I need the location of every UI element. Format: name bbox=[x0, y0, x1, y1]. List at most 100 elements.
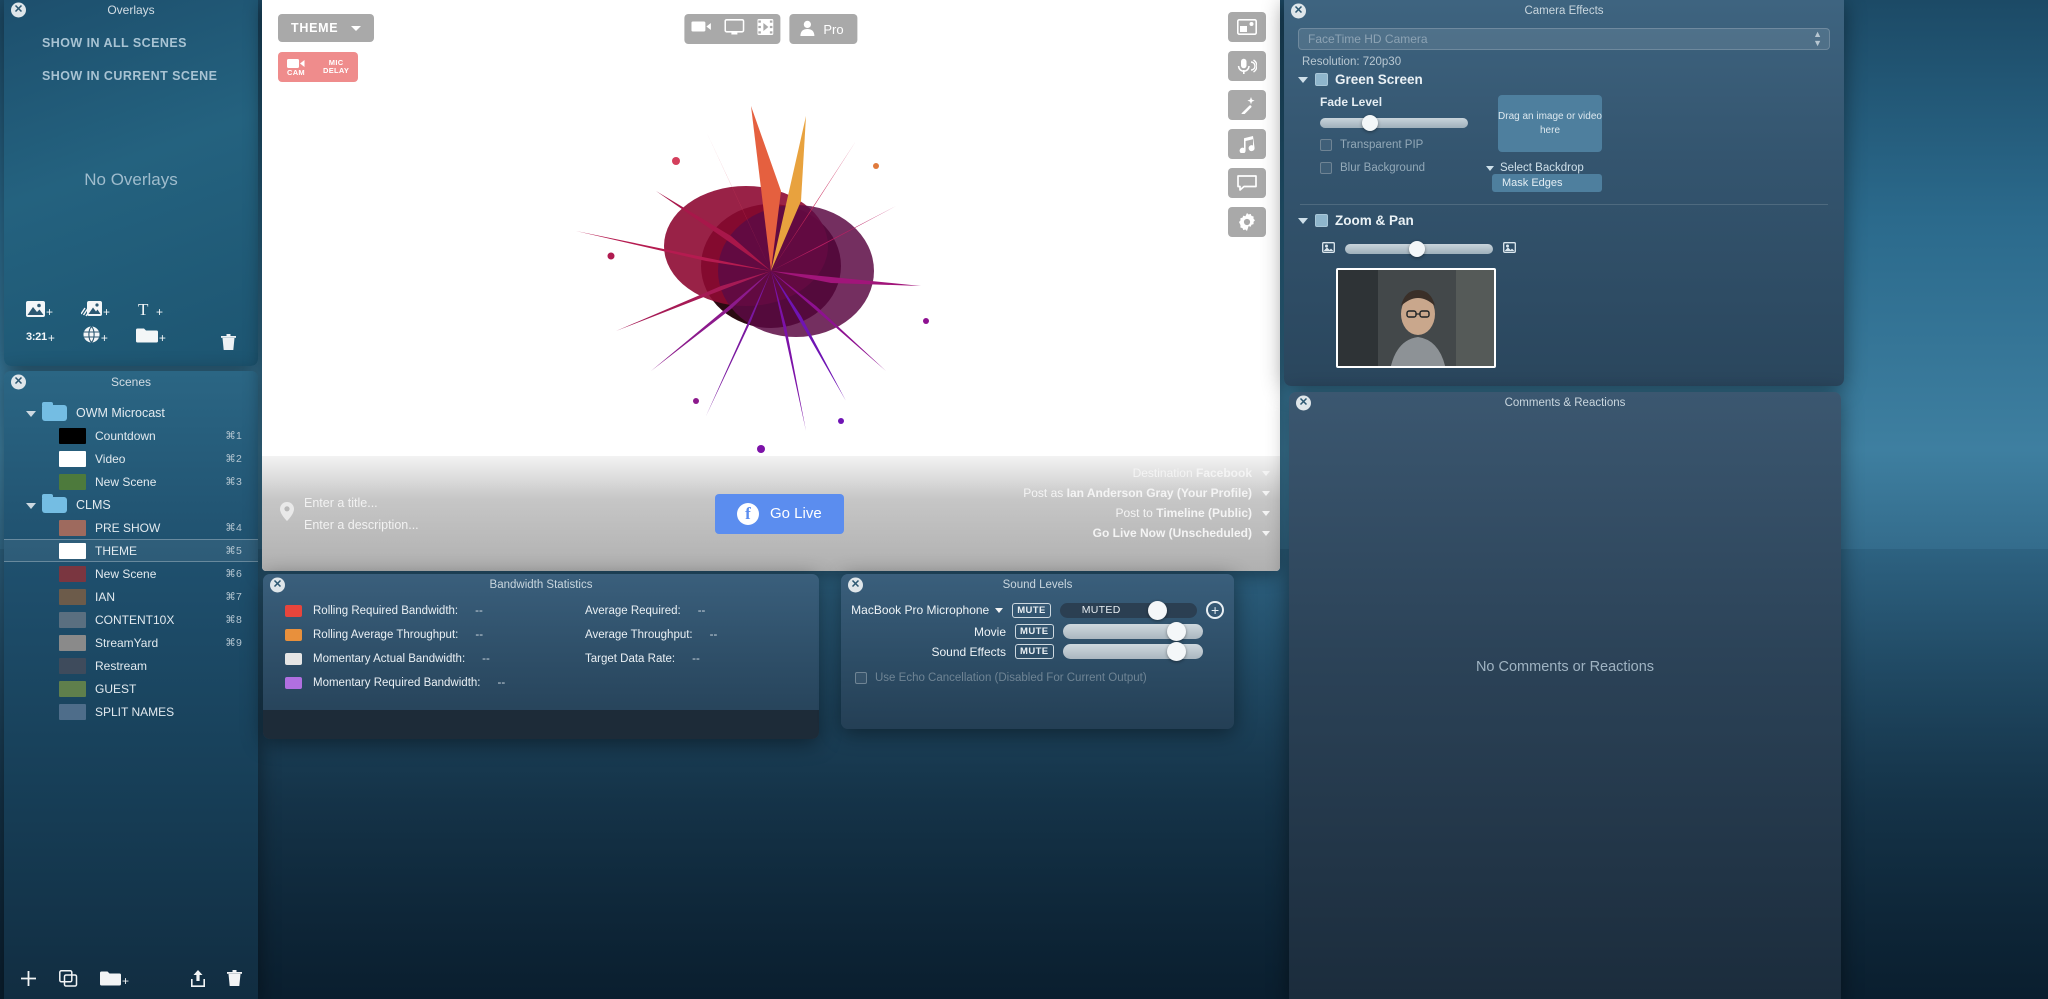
add-audio-source-icon[interactable]: + bbox=[1206, 601, 1224, 619]
screen-icon[interactable] bbox=[724, 18, 745, 40]
zoom-in-icon[interactable] bbox=[1503, 240, 1516, 258]
add-web-icon[interactable]: + bbox=[83, 326, 108, 344]
overlays-panel: ✕ Overlays SHOW IN ALL SCENES SHOW IN CU… bbox=[4, 0, 258, 366]
scene-row[interactable]: Video ⌘2 bbox=[4, 447, 258, 470]
scene-name: IAN bbox=[95, 589, 116, 604]
blur-background-checkbox[interactable] bbox=[1320, 162, 1332, 174]
delete-overlay-icon[interactable] bbox=[221, 334, 236, 356]
duplicate-scene-icon[interactable] bbox=[59, 969, 78, 987]
volume-slider[interactable] bbox=[1062, 622, 1203, 641]
scene-row[interactable]: StreamYard ⌘9 bbox=[4, 631, 258, 654]
share-scene-icon[interactable] bbox=[191, 969, 205, 987]
scene-row[interactable]: PRE SHOW ⌘4 bbox=[4, 516, 258, 539]
scene-row[interactable]: Restream bbox=[4, 654, 258, 677]
close-icon[interactable]: ✕ bbox=[270, 577, 285, 593]
source-buttons[interactable] bbox=[684, 14, 781, 44]
destination-option[interactable]: Post to Timeline (Public) bbox=[1116, 506, 1270, 520]
disclosure-triangle-icon[interactable] bbox=[1298, 217, 1308, 224]
camera-icon[interactable] bbox=[691, 20, 711, 38]
destination-option[interactable]: Post as Ian Anderson Gray (Your Profile) bbox=[1023, 486, 1270, 500]
zoom-pan-knob[interactable] bbox=[1409, 241, 1425, 257]
go-live-button[interactable]: f Go Live bbox=[715, 493, 844, 534]
show-in-all-scenes-button[interactable]: SHOW IN ALL SCENES bbox=[42, 36, 258, 50]
add-text-icon[interactable]: T + bbox=[138, 301, 163, 318]
fade-level-knob[interactable] bbox=[1362, 115, 1378, 131]
destination-option[interactable]: Go Live Now (Unscheduled) bbox=[1093, 526, 1270, 540]
person-icon bbox=[799, 20, 815, 39]
timer-label: 3:21 bbox=[26, 331, 47, 343]
scene-row[interactable]: SPLIT NAMES bbox=[4, 700, 258, 723]
add-timer-icon[interactable]: 3:21 + bbox=[26, 331, 55, 344]
mute-button[interactable]: MUTE bbox=[1012, 602, 1051, 618]
music-note-icon[interactable] bbox=[1228, 129, 1266, 159]
broadcast-title-input[interactable]: Enter a title... bbox=[304, 496, 419, 510]
mute-button[interactable]: MUTE bbox=[1015, 624, 1054, 639]
scene-row[interactable]: New Scene ⌘3 bbox=[4, 470, 258, 493]
disclosure-triangle-icon[interactable] bbox=[26, 503, 36, 509]
scene-shortcut: ⌘5 bbox=[225, 544, 242, 557]
close-icon[interactable]: ✕ bbox=[11, 2, 26, 18]
mic-delay-toggle[interactable]: MIC DELAY bbox=[314, 59, 358, 75]
sound-source-label[interactable]: MacBook Pro Microphone bbox=[851, 603, 1004, 617]
scene-name: New Scene bbox=[95, 474, 157, 489]
green-screen-checkbox[interactable] bbox=[1315, 73, 1328, 86]
scene-row[interactable]: New Scene ⌘6 bbox=[4, 562, 258, 585]
scene-row[interactable]: GUEST bbox=[4, 677, 258, 700]
disclosure-triangle-icon[interactable] bbox=[26, 411, 36, 417]
camera-effects-header: ✕ Camera Effects bbox=[1284, 0, 1844, 22]
mask-edges-label: Mask Edges bbox=[1502, 177, 1563, 189]
theme-dropdown-button[interactable]: THEME bbox=[278, 14, 375, 42]
close-icon[interactable]: ✕ bbox=[1291, 3, 1306, 19]
backdrop-drop-zone[interactable]: Drag an image or video here bbox=[1498, 95, 1602, 152]
bandwidth-stat-row: Rolling Average Throughput: -- bbox=[285, 629, 585, 641]
mask-edges-button[interactable]: Mask Edges bbox=[1492, 174, 1602, 192]
add-folder-icon[interactable]: + bbox=[135, 327, 166, 344]
select-backdrop-button[interactable]: Select Backdrop bbox=[1486, 162, 1602, 174]
film-icon[interactable] bbox=[757, 18, 774, 40]
scene-row[interactable]: CLMS bbox=[4, 493, 258, 516]
zoom-out-icon[interactable] bbox=[1322, 240, 1335, 258]
add-scene-icon[interactable] bbox=[20, 970, 37, 987]
scene-row[interactable]: IAN ⌘7 bbox=[4, 585, 258, 608]
volume-knob[interactable] bbox=[1147, 600, 1167, 620]
scene-name: GUEST bbox=[95, 681, 137, 696]
volume-knob[interactable] bbox=[1167, 642, 1187, 661]
magic-wand-icon[interactable] bbox=[1228, 90, 1266, 120]
fade-level-slider[interactable] bbox=[1320, 115, 1468, 131]
scene-row[interactable]: CONTENT10X ⌘8 bbox=[4, 608, 258, 631]
volume-slider[interactable]: MUTED bbox=[1059, 600, 1198, 620]
echo-cancellation-checkbox[interactable] bbox=[855, 672, 867, 684]
disclosure-triangle-icon[interactable] bbox=[1298, 76, 1308, 83]
pro-account-button[interactable]: Pro bbox=[789, 14, 858, 44]
zoom-pan-checkbox[interactable] bbox=[1315, 214, 1328, 227]
camera-device-select[interactable]: FaceTime HD Camera ▲ ▼ bbox=[1298, 28, 1830, 50]
microphone-icon[interactable] bbox=[1228, 51, 1266, 81]
cam-mic-delay-button[interactable]: CAM MIC DELAY bbox=[278, 52, 359, 82]
zoom-pan-slider[interactable] bbox=[1345, 241, 1493, 257]
add-scene-folder-icon[interactable]: + bbox=[100, 970, 129, 987]
volume-knob[interactable] bbox=[1167, 622, 1187, 641]
add-image-icon[interactable]: + bbox=[26, 301, 53, 318]
scene-row[interactable]: OWM Microcast bbox=[4, 401, 258, 424]
close-icon[interactable]: ✕ bbox=[848, 577, 863, 593]
show-in-current-scene-button[interactable]: SHOW IN CURRENT SCENE bbox=[42, 69, 258, 83]
scene-row[interactable]: Countdown ⌘1 bbox=[4, 424, 258, 447]
scene-name: StreamYard bbox=[95, 635, 159, 650]
scene-row[interactable]: THEME ⌘5 bbox=[4, 539, 258, 562]
destination-option[interactable]: Destination Facebook bbox=[1133, 466, 1270, 480]
destination-option-label: Post as bbox=[1023, 486, 1064, 500]
gear-icon[interactable] bbox=[1228, 207, 1266, 237]
add-animated-image-icon[interactable]: + bbox=[81, 301, 110, 318]
layout-icon[interactable] bbox=[1228, 12, 1266, 42]
mute-button[interactable]: MUTE bbox=[1015, 644, 1054, 659]
cam-toggle[interactable]: CAM bbox=[278, 58, 314, 77]
scene-shortcut: ⌘1 bbox=[225, 429, 242, 442]
comment-icon[interactable] bbox=[1228, 168, 1266, 198]
broadcast-description-input[interactable]: Enter a description... bbox=[304, 518, 419, 532]
delete-scene-icon[interactable] bbox=[227, 969, 242, 987]
close-icon[interactable]: ✕ bbox=[11, 374, 26, 390]
transparent-pip-checkbox[interactable] bbox=[1320, 139, 1332, 151]
close-icon[interactable]: ✕ bbox=[1296, 395, 1311, 411]
volume-slider[interactable] bbox=[1062, 642, 1203, 661]
broadcast-meta: Enter a title... Enter a description... bbox=[262, 496, 692, 532]
